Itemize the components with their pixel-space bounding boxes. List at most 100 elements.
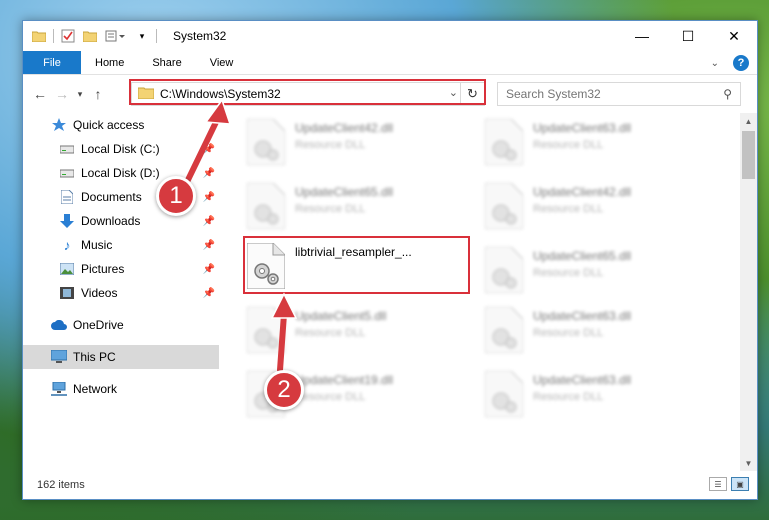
- ribbon-controls: ⌄ ?: [711, 55, 749, 71]
- search-box[interactable]: ⚲: [497, 82, 741, 106]
- dll-file-icon: [484, 118, 525, 166]
- file-name: UpdateClient63.dll: [533, 373, 632, 387]
- sidebar-item-label: Videos: [81, 286, 118, 300]
- recent-locations-icon[interactable]: ▾: [73, 83, 87, 105]
- ribbon-tabs: File Home Share View ⌄ ?: [23, 51, 757, 75]
- search-icon[interactable]: ⚲: [723, 87, 732, 101]
- pin-icon[interactable]: 📌: [203, 168, 215, 179]
- properties-icon[interactable]: [60, 28, 76, 44]
- file-item[interactable]: UpdateClient42.dll Resource DLL: [241, 113, 465, 173]
- file-item[interactable]: UpdateClient65.dll Resource DLL: [241, 177, 465, 237]
- help-icon[interactable]: ?: [733, 55, 749, 71]
- pin-icon[interactable]: 📌: [203, 216, 215, 227]
- address-bar-highlight: [129, 79, 486, 105]
- back-button[interactable]: ←: [29, 83, 51, 105]
- large-icons-view-icon[interactable]: ▣: [731, 477, 749, 491]
- expand-ribbon-icon[interactable]: ⌄: [711, 58, 719, 69]
- sidebar-item-quick-access[interactable]: Quick access: [23, 113, 219, 137]
- file-item[interactable]: UpdateClient65.dll Resource DLL: [479, 241, 703, 301]
- sidebar-item-label: Quick access: [73, 118, 145, 132]
- divider: [156, 29, 157, 43]
- sidebar-item-label: Downloads: [81, 214, 141, 228]
- sidebar-item-downloads[interactable]: Downloads 📌: [23, 209, 219, 233]
- chevron-down-icon[interactable]: ▾: [134, 28, 150, 44]
- file-name: UpdateClient42.dll: [533, 185, 632, 199]
- window-controls: — ☐ ✕: [619, 21, 757, 51]
- sidebar-item-music[interactable]: ♪ Music 📌: [23, 233, 219, 257]
- scroll-up-icon[interactable]: ▲: [740, 113, 757, 129]
- file-name: UpdateClient19.dll: [295, 373, 394, 387]
- file-name: UpdateClient63.dll: [533, 121, 632, 135]
- up-button[interactable]: ↑: [87, 83, 109, 105]
- drive-icon: [59, 165, 75, 181]
- forward-button[interactable]: →: [51, 83, 73, 105]
- file-item[interactable]: UpdateClient63.dll Resource DLL: [479, 301, 703, 361]
- scroll-down-icon[interactable]: ▼: [740, 455, 757, 471]
- sidebar-item-pictures[interactable]: Pictures 📌: [23, 257, 219, 281]
- sidebar-item-local-disk-c[interactable]: Local Disk (C:) 📌: [23, 137, 219, 161]
- file-name: UpdateClient5.dll: [295, 309, 387, 323]
- pin-icon[interactable]: 📌: [203, 192, 215, 203]
- pin-icon[interactable]: 📌: [203, 288, 215, 299]
- sidebar-item-label: This PC: [73, 350, 116, 364]
- file-type: Resource DLL: [533, 267, 604, 279]
- window-title: System32: [173, 29, 227, 43]
- sidebar-item-videos[interactable]: Videos 📌: [23, 281, 219, 305]
- download-icon: [59, 213, 75, 229]
- file-type: Resource DLL: [295, 391, 366, 403]
- dll-file-icon: [246, 118, 287, 166]
- maximize-button[interactable]: ☐: [665, 21, 711, 51]
- sidebar-item-label: OneDrive: [73, 318, 124, 332]
- videos-icon: [59, 285, 75, 301]
- sidebar-item-onedrive[interactable]: OneDrive: [23, 313, 219, 337]
- item-count: 162 items: [37, 479, 85, 491]
- sidebar-item-this-pc[interactable]: This PC: [23, 345, 219, 369]
- documents-icon: [59, 189, 75, 205]
- file-highlight: [243, 236, 470, 294]
- file-name: UpdateClient65.dll: [533, 249, 632, 263]
- tab-home[interactable]: Home: [81, 51, 138, 74]
- sidebar-item-network[interactable]: Network: [23, 377, 219, 401]
- sidebar-item-label: Pictures: [81, 262, 125, 276]
- sidebar-item-label: Documents: [81, 190, 142, 204]
- pin-icon[interactable]: 📌: [203, 144, 215, 155]
- dll-file-icon: [484, 306, 525, 354]
- file-type: Resource DLL: [295, 203, 366, 215]
- file-item[interactable]: UpdateClient63.dll Resource DLL: [479, 365, 703, 425]
- file-type: Resource DLL: [533, 139, 604, 151]
- dll-file-icon: [484, 182, 525, 230]
- dll-file-icon: [246, 182, 287, 230]
- folder-icon[interactable]: [31, 28, 47, 44]
- scroll-thumb[interactable]: [742, 131, 755, 179]
- file-item[interactable]: UpdateClient42.dll Resource DLL: [479, 177, 703, 237]
- drive-icon: [59, 141, 75, 157]
- dll-file-icon: [484, 370, 525, 418]
- file-item[interactable]: UpdateClient5.dll Resource DLL: [241, 301, 465, 361]
- file-item[interactable]: UpdateClient63.dll Resource DLL: [479, 113, 703, 173]
- details-view-icon[interactable]: ☰: [709, 477, 727, 491]
- search-input[interactable]: [506, 87, 706, 101]
- dll-file-icon: [484, 246, 525, 294]
- customize-toolbar-icon[interactable]: [104, 28, 128, 44]
- file-name: UpdateClient65.dll: [295, 185, 394, 199]
- file-type: Resource DLL: [533, 327, 604, 339]
- tab-share[interactable]: Share: [138, 51, 195, 74]
- pin-icon[interactable]: 📌: [203, 264, 215, 275]
- new-folder-icon[interactable]: [82, 28, 98, 44]
- title-bar: ▾ System32 — ☐ ✕: [23, 21, 757, 51]
- file-type: Resource DLL: [295, 139, 366, 151]
- tab-file[interactable]: File: [23, 51, 81, 74]
- sidebar-item-label: Music: [81, 238, 113, 252]
- tab-view[interactable]: View: [196, 51, 248, 74]
- view-toggle: ☰ ▣: [709, 477, 749, 491]
- computer-icon: [51, 349, 67, 365]
- step-badge-2: 2: [264, 370, 304, 410]
- vertical-scrollbar[interactable]: ▲ ▼: [740, 113, 757, 471]
- close-button[interactable]: ✕: [711, 21, 757, 51]
- divider: [53, 29, 54, 43]
- pin-icon[interactable]: 📌: [203, 240, 215, 251]
- cloud-icon: [51, 317, 67, 333]
- minimize-button[interactable]: —: [619, 21, 665, 51]
- dll-file-icon: [246, 306, 287, 354]
